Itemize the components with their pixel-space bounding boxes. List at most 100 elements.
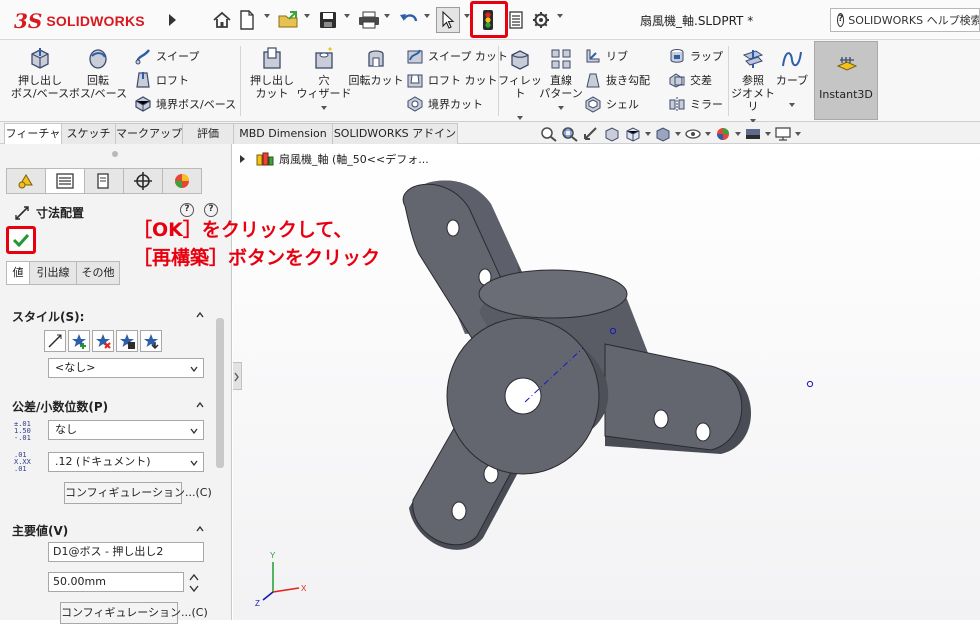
value-spinner-icon[interactable] (188, 572, 200, 594)
primary-value-section-header[interactable]: 主要値(V) (12, 522, 68, 539)
collapse-chevron-icon[interactable] (196, 401, 204, 409)
view-orientation-dropdown-icon[interactable] (645, 132, 651, 136)
panel-grip[interactable] (112, 151, 118, 157)
section-view-icon[interactable] (603, 126, 621, 142)
boundary-boss-button[interactable]: 境界ボス/ベース (134, 94, 236, 114)
configuration-button[interactable]: コンフィギュレーション...(C) (64, 482, 212, 504)
tab-value[interactable]: 値 (6, 261, 30, 285)
linear-pattern-button[interactable]: 直線 パターン (536, 46, 586, 113)
hole-wizard-dropdown-icon[interactable] (321, 106, 327, 110)
ok-button[interactable] (6, 226, 36, 254)
new-dropdown-icon[interactable] (264, 14, 270, 18)
edit-appearance-icon[interactable] (714, 126, 732, 142)
tolerance-type-select[interactable]: なし (48, 420, 204, 440)
view-settings-icon[interactable] (774, 126, 792, 142)
display-manager-tab[interactable] (162, 168, 202, 194)
mirror-button[interactable]: ミラー (668, 94, 723, 114)
dimension-value-input[interactable]: 50.00mm (48, 572, 184, 592)
load-style-button[interactable] (140, 330, 162, 352)
file-properties-button[interactable] (506, 7, 526, 33)
property-manager-tab[interactable] (45, 168, 85, 194)
precision-select[interactable]: .12 (ドキュメント) (48, 452, 204, 472)
extrude-boss-button[interactable]: 押し出し ボス/ベース (10, 46, 70, 100)
print-dropdown-icon[interactable] (384, 14, 390, 18)
revolve-boss-button[interactable]: 回転 ボス/ベース (68, 46, 128, 100)
dimension-name-input[interactable]: D1@ボス - 押し出し2 (48, 542, 204, 562)
add-style-button[interactable] (68, 330, 90, 352)
zoom-area-icon[interactable] (561, 126, 579, 142)
tolerance-section-header[interactable]: 公差/小数位数(P) (12, 398, 108, 415)
scene-dropdown-icon[interactable] (765, 132, 771, 136)
apply-scene-icon[interactable] (744, 126, 762, 142)
view-settings-dropdown-icon[interactable] (795, 132, 801, 136)
view-orientation-icon[interactable] (654, 126, 672, 142)
tab-solidworks-addins[interactable]: SOLIDWORKS アドイン (332, 123, 458, 144)
configuration-manager-tab[interactable] (84, 168, 124, 194)
collapse-chevron-icon[interactable] (196, 525, 204, 533)
wrap-button[interactable]: ラップ (668, 46, 723, 66)
loft-button[interactable]: ロフト (134, 70, 189, 90)
options-button[interactable] (530, 7, 552, 33)
draft-button[interactable]: 抜き勾配 (584, 70, 650, 90)
hide-show-dropdown-icon[interactable] (705, 132, 711, 136)
display-style-dropdown-icon[interactable] (675, 132, 681, 136)
configuration-button-2[interactable]: コンフィギュレーション...(C) (60, 602, 208, 624)
sweep-button[interactable]: スイープ (134, 46, 199, 66)
boundary-cut-button[interactable]: 境界カット (406, 94, 483, 114)
swept-cut-button[interactable]: スイープ カット (406, 46, 508, 66)
save-dropdown-icon[interactable] (344, 14, 350, 18)
help-icon[interactable]: ? (204, 203, 218, 217)
home-button[interactable] (210, 7, 234, 33)
style-select[interactable]: <なし> (48, 358, 204, 378)
collapse-chevron-icon[interactable] (196, 311, 204, 319)
options-dropdown-icon[interactable] (557, 14, 563, 18)
save-style-button[interactable] (116, 330, 138, 352)
hole-wizard-button[interactable]: 穴 ウィザード (294, 46, 354, 113)
appearance-dropdown-icon[interactable] (735, 132, 741, 136)
hide-show-items-icon[interactable] (684, 126, 702, 142)
apply-style-button[interactable] (44, 330, 66, 352)
fillet-dropdown-icon[interactable] (517, 116, 523, 120)
open-button[interactable] (276, 7, 302, 33)
previous-view-icon[interactable] (582, 126, 600, 142)
tab-evaluate[interactable]: 評価 (182, 123, 234, 144)
print-button[interactable] (356, 7, 382, 33)
curves-dropdown-icon[interactable] (789, 103, 795, 107)
dimxpert-manager-tab[interactable] (123, 168, 163, 194)
curves-button[interactable]: カーブ (768, 46, 816, 110)
open-dropdown-icon[interactable] (304, 14, 310, 18)
rib-button[interactable]: リブ (584, 46, 628, 66)
extrude-cut-button[interactable]: 押し出し カット (242, 46, 302, 100)
undo-dropdown-icon[interactable] (424, 14, 430, 18)
style-section-header[interactable]: スタイル(S): (12, 308, 84, 325)
tab-features[interactable]: フィーチャー (4, 123, 62, 159)
whats-wrong-help-icon[interactable]: ? (180, 203, 194, 217)
solidworks-logo[interactable]: 3S SOLIDWORKS (14, 8, 164, 34)
expand-menu-icon[interactable] (166, 12, 178, 28)
panel-scrollbar[interactable] (214, 314, 226, 614)
revolve-cut-button[interactable]: 回転カット (346, 46, 406, 87)
help-search-input[interactable]: ? SOLIDWORKS ヘルプ検索 (830, 8, 980, 32)
undo-button[interactable] (396, 7, 422, 33)
origin-point-marker[interactable] (806, 380, 814, 388)
zoom-to-fit-icon[interactable] (540, 126, 558, 142)
lofted-cut-button[interactable]: ロフト カット (406, 70, 498, 90)
tab-sketch[interactable]: スケッチ (61, 123, 116, 144)
rebuild-highlight-box (470, 1, 508, 38)
intersect-button[interactable]: 交差 (668, 70, 712, 90)
tab-leaders[interactable]: 引出線 (29, 261, 77, 285)
tab-markup[interactable]: マークアップ (115, 123, 183, 144)
scrollbar-thumb[interactable] (216, 318, 224, 468)
feature-manager-tab[interactable] (6, 168, 46, 194)
shell-button[interactable]: シェル (584, 94, 639, 114)
new-document-button[interactable] (236, 7, 258, 33)
linear-pattern-dropdown-icon[interactable] (558, 106, 564, 110)
save-style-icon (120, 334, 135, 349)
instant3d-button[interactable]: Instant3D (814, 41, 878, 120)
tab-other[interactable]: その他 (76, 261, 120, 285)
tab-mbd-dimension[interactable]: MBD Dimension (233, 123, 333, 144)
select-button[interactable] (436, 7, 460, 33)
save-button[interactable] (316, 7, 340, 33)
dynamic-annotation-icon[interactable] (624, 126, 642, 142)
delete-style-button[interactable] (92, 330, 114, 352)
